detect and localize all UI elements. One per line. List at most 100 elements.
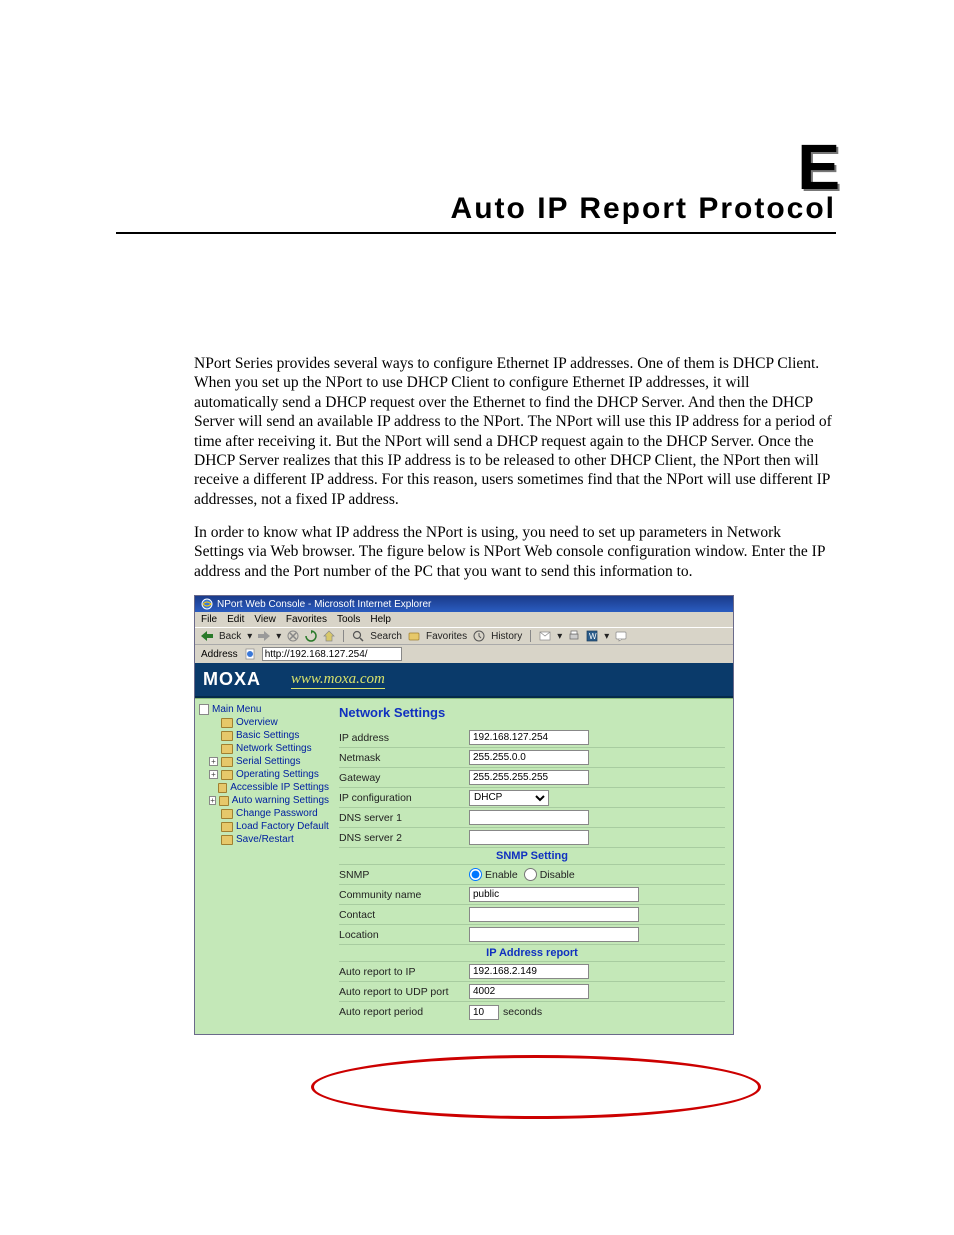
home-icon[interactable] bbox=[323, 630, 335, 642]
forward-dropdown-icon[interactable]: ▾ bbox=[276, 631, 281, 642]
menu-view[interactable]: View bbox=[254, 614, 276, 625]
sidebar-item[interactable]: +Auto warning Settings bbox=[199, 794, 329, 807]
svg-text:W: W bbox=[589, 632, 597, 641]
console-banner: MOXA www.moxa.com bbox=[195, 663, 733, 698]
paragraph-2: In order to know what IP address the NPo… bbox=[194, 523, 834, 581]
ie-window-title: NPort Web Console - Microsoft Internet E… bbox=[217, 599, 431, 610]
folder-icon bbox=[221, 757, 233, 767]
title-rule bbox=[116, 232, 836, 234]
doc-icon bbox=[199, 704, 209, 715]
folder-icon bbox=[221, 822, 233, 832]
address-input[interactable] bbox=[262, 647, 402, 661]
sidebar-root-label: Main Menu bbox=[212, 704, 261, 715]
sidebar-item-label: Overview bbox=[236, 717, 278, 728]
search-button[interactable]: Search bbox=[370, 631, 402, 642]
input-contact[interactable] bbox=[469, 907, 639, 922]
select-ip-config[interactable]: DHCP bbox=[469, 790, 549, 806]
ie-toolbar: Back ▾ ▾ Search Favorites History ▾ W ▾ bbox=[195, 627, 733, 645]
row-dns1: DNS server 1 bbox=[339, 808, 725, 828]
ipreport-section-header: IP Address report bbox=[339, 945, 725, 962]
radio-snmp-enable[interactable] bbox=[469, 868, 482, 881]
back-dropdown-icon[interactable]: ▾ bbox=[247, 631, 252, 642]
ie-window: NPort Web Console - Microsoft Internet E… bbox=[194, 595, 734, 1035]
menu-help[interactable]: Help bbox=[370, 614, 391, 625]
input-netmask[interactable] bbox=[469, 750, 589, 765]
folder-icon bbox=[221, 835, 233, 845]
input-community[interactable] bbox=[469, 887, 639, 902]
sidebar-item[interactable]: + Serial Settings bbox=[199, 755, 329, 768]
ie-titlebar: NPort Web Console - Microsoft Internet E… bbox=[195, 596, 733, 612]
input-auto-port[interactable] bbox=[469, 984, 589, 999]
label-snmp: SNMP bbox=[339, 869, 469, 881]
history-button[interactable]: History bbox=[491, 631, 522, 642]
label-ip-address: IP address bbox=[339, 732, 469, 744]
back-arrow-icon[interactable] bbox=[201, 631, 213, 641]
input-ip-address[interactable] bbox=[469, 730, 589, 745]
label-contact: Contact bbox=[339, 909, 469, 921]
row-gateway: Gateway bbox=[339, 768, 725, 788]
input-location[interactable] bbox=[469, 927, 639, 942]
folder-icon bbox=[221, 718, 233, 728]
sidebar-item[interactable]: +Operating Settings bbox=[199, 768, 329, 781]
web-console-body: MOXA www.moxa.com Main Menu OverviewBasi… bbox=[195, 663, 733, 1034]
sidebar-item[interactable]: Overview bbox=[199, 716, 329, 729]
row-ip-address: IP address bbox=[339, 728, 725, 748]
stop-icon[interactable] bbox=[287, 630, 299, 642]
input-auto-period[interactable] bbox=[469, 1005, 499, 1020]
ie-app-icon bbox=[201, 598, 213, 610]
folder-icon bbox=[219, 796, 228, 806]
label-auto-period: Auto report period bbox=[339, 1006, 469, 1018]
edit-dropdown-icon[interactable]: ▾ bbox=[604, 631, 609, 642]
mail-dropdown-icon[interactable]: ▾ bbox=[557, 631, 562, 642]
sidebar-item-label: Serial Settings bbox=[236, 756, 300, 767]
toolbar-separator bbox=[343, 630, 344, 642]
snmp-section-header: SNMP Setting bbox=[339, 848, 725, 865]
page-title: Auto IP Report Protocol bbox=[116, 192, 836, 226]
menu-tools[interactable]: Tools bbox=[337, 614, 360, 625]
menu-edit[interactable]: Edit bbox=[227, 614, 244, 625]
search-icon[interactable] bbox=[352, 630, 364, 642]
label-dns1: DNS server 1 bbox=[339, 812, 469, 824]
mail-icon[interactable] bbox=[539, 631, 551, 641]
label-gateway: Gateway bbox=[339, 772, 469, 784]
favorites-icon[interactable] bbox=[408, 631, 420, 641]
label-ip-config: IP configuration bbox=[339, 792, 469, 804]
input-auto-ip[interactable] bbox=[469, 964, 589, 979]
label-netmask: Netmask bbox=[339, 752, 469, 764]
favorites-button[interactable]: Favorites bbox=[426, 631, 467, 642]
expand-icon[interactable]: + bbox=[209, 770, 218, 779]
expand-icon[interactable]: + bbox=[209, 796, 216, 805]
folder-icon bbox=[221, 731, 233, 741]
sidebar-item[interactable]: Accessible IP Settings bbox=[199, 781, 329, 794]
sidebar-root[interactable]: Main Menu bbox=[199, 703, 329, 716]
folder-icon bbox=[218, 783, 227, 793]
radio-snmp-disable[interactable] bbox=[524, 868, 537, 881]
input-dns2[interactable] bbox=[469, 830, 589, 845]
forward-arrow-icon[interactable] bbox=[258, 631, 270, 641]
moxa-url[interactable]: www.moxa.com bbox=[291, 671, 385, 689]
input-dns1[interactable] bbox=[469, 810, 589, 825]
sidebar-item-label: Change Password bbox=[236, 808, 318, 819]
sidebar-item[interactable]: Save/Restart bbox=[199, 833, 329, 846]
sidebar-item[interactable]: Network Settings bbox=[199, 742, 329, 755]
sidebar-item[interactable]: Change Password bbox=[199, 807, 329, 820]
sidebar-item[interactable]: Load Factory Default bbox=[199, 820, 329, 833]
folder-icon bbox=[221, 809, 233, 819]
menu-file[interactable]: File bbox=[201, 614, 217, 625]
input-gateway[interactable] bbox=[469, 770, 589, 785]
folder-icon bbox=[221, 744, 233, 754]
print-icon[interactable] bbox=[568, 630, 580, 642]
row-auto-ip: Auto report to IP bbox=[339, 962, 725, 982]
expand-icon[interactable]: + bbox=[209, 757, 218, 766]
discuss-icon[interactable] bbox=[615, 630, 627, 642]
row-dns2: DNS server 2 bbox=[339, 828, 725, 848]
edit-icon[interactable]: W bbox=[586, 630, 598, 642]
menu-favorites[interactable]: Favorites bbox=[286, 614, 327, 625]
back-button[interactable]: Back bbox=[219, 631, 241, 642]
sidebar-item[interactable]: Basic Settings bbox=[199, 729, 329, 742]
label-auto-ip: Auto report to IP bbox=[339, 966, 469, 978]
history-icon[interactable] bbox=[473, 630, 485, 642]
row-location: Location bbox=[339, 925, 725, 945]
label-disable: Disable bbox=[540, 869, 575, 881]
refresh-icon[interactable] bbox=[305, 630, 317, 642]
